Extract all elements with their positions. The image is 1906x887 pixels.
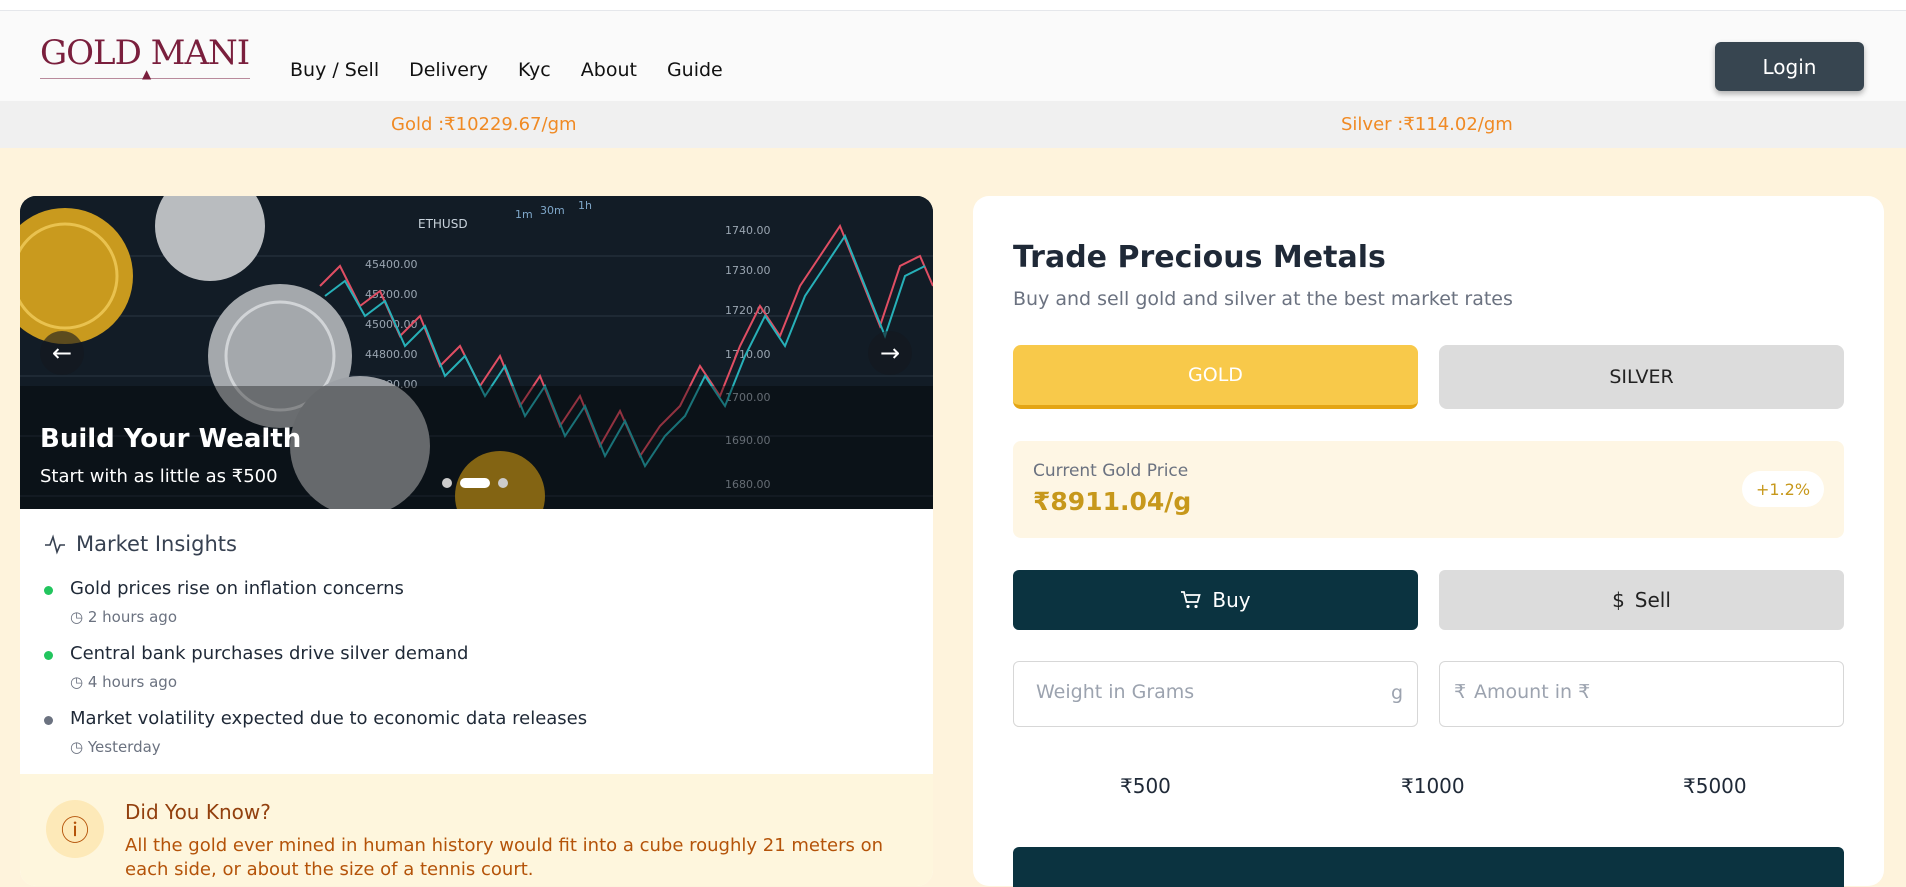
sell-label: Sell (1634, 588, 1671, 612)
insight-bullet-gray (44, 716, 53, 725)
gold-tab[interactable]: GOLD (1013, 345, 1418, 409)
trade-subtitle: Buy and sell gold and silver at the best… (1013, 288, 1513, 310)
price-ticker: Gold :₹10229.67/gm Silver :₹114.02/gm (0, 101, 1906, 148)
navbar: GOLD MANI ▲ Buy / Sell Delivery Kyc Abou… (0, 11, 1906, 101)
nav-guide[interactable]: Guide (667, 59, 723, 81)
weight-field[interactable]: g (1013, 661, 1418, 727)
silver-tab[interactable]: SILVER (1439, 345, 1844, 409)
info-icon: ⓘ (46, 800, 104, 858)
top-border (0, 0, 1906, 11)
market-insights-title: Market Insights (76, 532, 237, 556)
gold-ticker-price: Gold :₹10229.67/gm (391, 114, 577, 135)
logo-mark-icon: ▲ (142, 67, 152, 81)
nav-about[interactable]: About (581, 59, 637, 81)
nav-delivery[interactable]: Delivery (409, 59, 488, 81)
buy-button[interactable]: Buy (1013, 570, 1418, 630)
submit-trade-button[interactable] (1013, 847, 1844, 887)
login-button[interactable]: Login (1715, 42, 1864, 91)
svg-text:45200.00: 45200.00 (365, 288, 418, 301)
clock-icon: ◷ (70, 608, 88, 626)
left-panel: ETHUSD 1m 30m 1h 45400.00 45200.00 45000… (20, 196, 933, 886)
activity-icon (45, 534, 65, 555)
carousel-dot[interactable] (498, 478, 508, 488)
insight-bullet-green (44, 586, 53, 595)
carousel-indicators (442, 478, 508, 488)
insight-time: ◷ 2 hours ago (70, 608, 178, 626)
svg-text:1h: 1h (578, 199, 592, 212)
insight-time: ◷ 4 hours ago (70, 673, 178, 691)
dollar-icon: $ (1612, 588, 1625, 612)
insight-bullet-green (44, 651, 53, 660)
did-you-know-box: ⓘ Did You Know? All the gold ever mined … (20, 774, 933, 886)
carousel-dot-active[interactable] (460, 478, 490, 488)
arrow-right-icon: → (879, 339, 901, 367)
rupee-icon: ₹ (1454, 681, 1467, 703)
weight-input[interactable] (1034, 680, 1338, 704)
chart-symbol: ETHUSD (418, 217, 468, 231)
quick-amount-1000[interactable]: ₹1000 (1401, 774, 1465, 798)
silver-ticker-price: Silver :₹114.02/gm (1341, 114, 1513, 135)
quick-amount-5000[interactable]: ₹5000 (1683, 774, 1747, 798)
amount-input[interactable] (1472, 680, 1776, 704)
nav-links: Buy / Sell Delivery Kyc About Guide (290, 59, 723, 81)
sell-button[interactable]: $ Sell (1439, 570, 1844, 630)
clock-icon: ◷ (70, 738, 88, 756)
nav-kyc[interactable]: Kyc (518, 59, 551, 81)
carousel-next-button[interactable]: → (868, 331, 912, 375)
svg-text:30m: 30m (540, 204, 565, 217)
did-you-know-title: Did You Know? (125, 800, 271, 824)
price-change-badge: +1.2% (1742, 471, 1824, 507)
svg-text:1m: 1m (515, 208, 533, 221)
hero-title: Build Your Wealth (40, 424, 302, 454)
carousel-dot[interactable] (442, 478, 452, 488)
insight-text: Market volatility expected due to econom… (70, 708, 588, 729)
svg-text:45000.00: 45000.00 (365, 318, 418, 331)
hero-image: ETHUSD 1m 30m 1h 45400.00 45200.00 45000… (20, 196, 933, 509)
did-you-know-text: All the gold ever mined in human history… (125, 835, 884, 880)
insight-text: Gold prices rise on inflation concerns (70, 578, 404, 599)
hero-carousel: ETHUSD 1m 30m 1h 45400.00 45200.00 45000… (20, 196, 933, 509)
svg-text:45400.00: 45400.00 (365, 258, 418, 271)
nav-buy-sell[interactable]: Buy / Sell (290, 59, 379, 81)
amount-field[interactable]: ₹ (1439, 661, 1844, 727)
buy-label: Buy (1212, 588, 1251, 612)
trade-panel: Trade Precious Metals Buy and sell gold … (973, 196, 1884, 887)
clock-icon: ◷ (70, 673, 88, 691)
current-price-box: Current Gold Price ₹8911.04/g +1.2% (1013, 441, 1844, 538)
insight-text: Central bank purchases drive silver dema… (70, 643, 469, 664)
quick-amount-500[interactable]: ₹500 (1120, 774, 1171, 798)
insight-time: ◷ Yesterday (70, 738, 161, 756)
market-insights-heading: Market Insights (44, 532, 237, 556)
trade-title: Trade Precious Metals (1013, 240, 1386, 275)
hero-subtitle: Start with as little as ₹500 (40, 466, 278, 487)
arrow-left-icon: ← (51, 339, 73, 367)
weight-unit: g (1390, 682, 1403, 704)
svg-text:44800.00: 44800.00 (365, 348, 418, 361)
cart-icon (1181, 591, 1202, 609)
svg-text:1730.00: 1730.00 (725, 264, 771, 277)
carousel-prev-button[interactable]: ← (40, 331, 84, 375)
svg-text:1740.00: 1740.00 (725, 224, 771, 237)
current-price-value: ₹8911.04/g (1033, 487, 1192, 516)
current-price-label: Current Gold Price (1033, 461, 1189, 481)
